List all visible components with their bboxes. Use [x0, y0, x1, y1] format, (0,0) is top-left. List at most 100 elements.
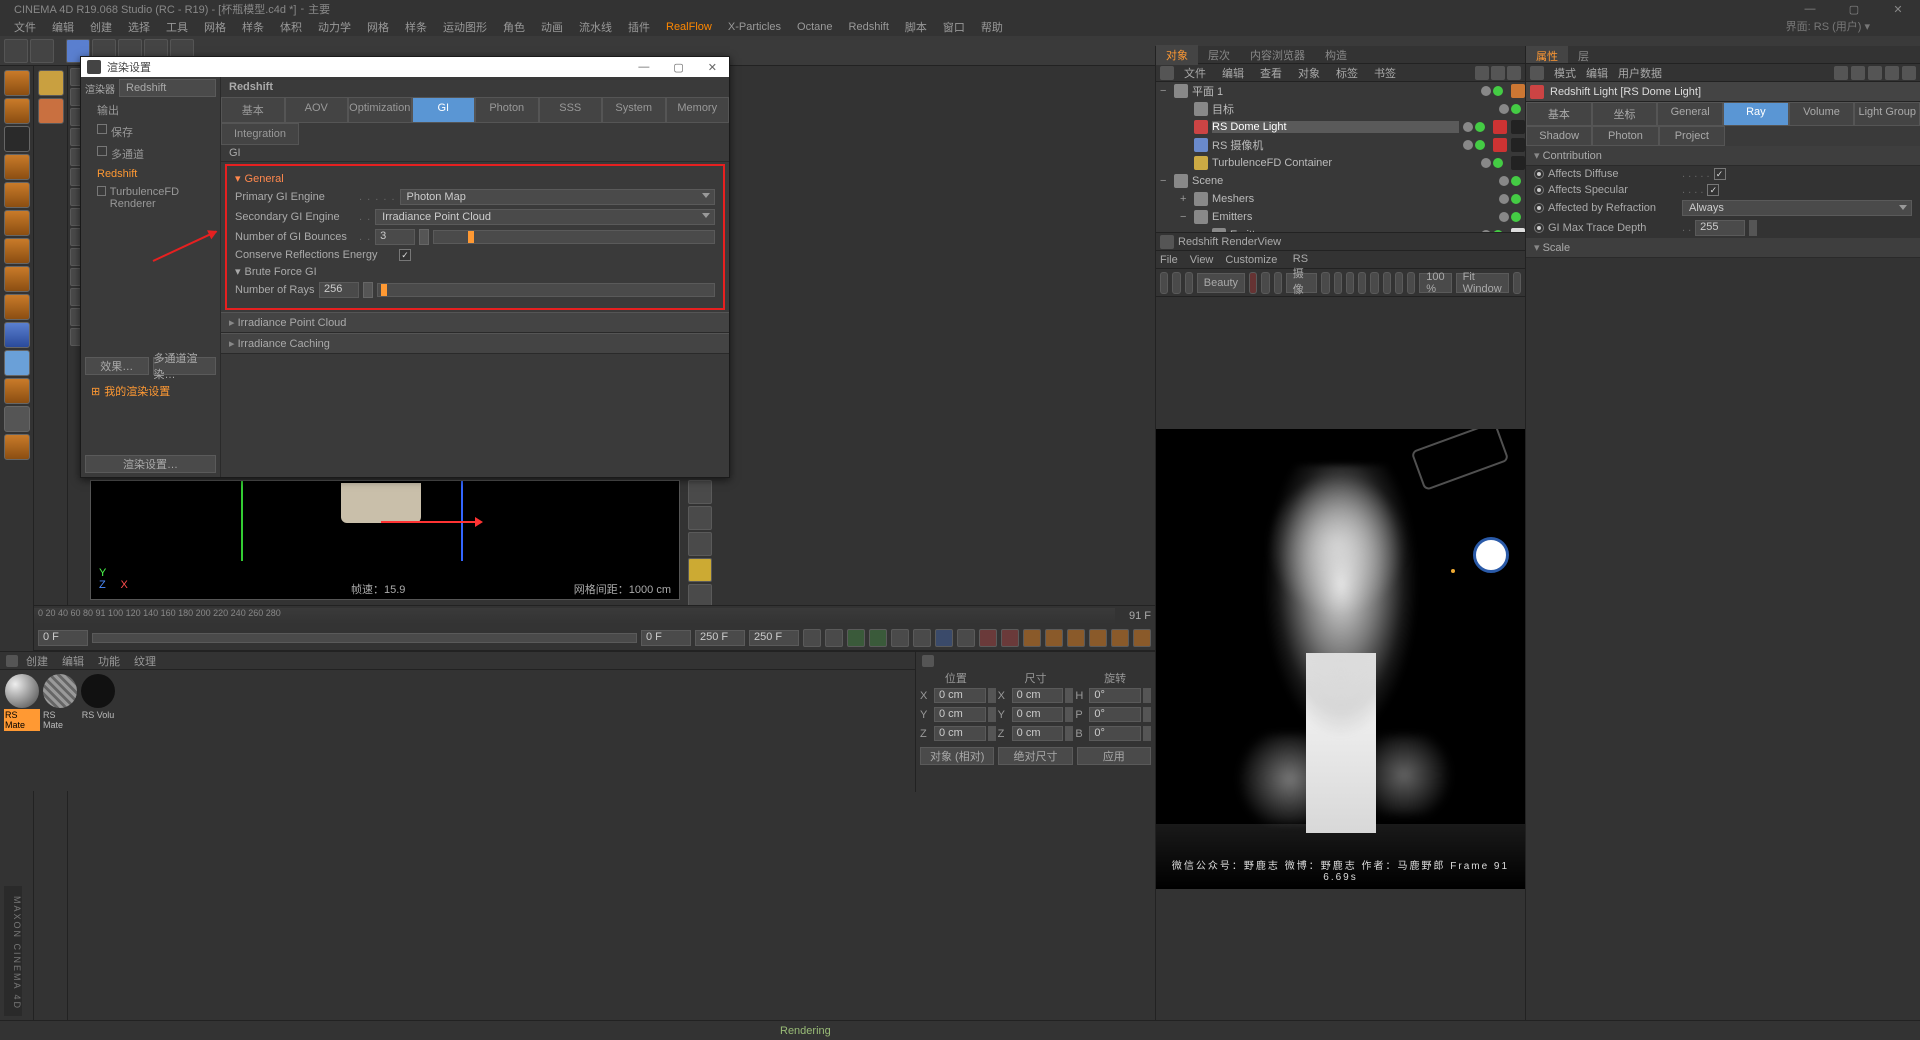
gi-max-trace-value[interactable]: 255 — [1695, 220, 1745, 236]
material-item[interactable]: RS Volu — [80, 674, 116, 731]
rot-p[interactable]: 0° — [1089, 707, 1141, 722]
tool-icon[interactable] — [4, 406, 30, 432]
menu-item[interactable]: 用户数据 — [1618, 65, 1662, 81]
toolbar-icon[interactable] — [1370, 272, 1378, 294]
secondary-gi-combo[interactable]: Irradiance Point Cloud — [375, 209, 715, 225]
menu-item[interactable]: Customize — [1225, 254, 1277, 266]
object-name[interactable]: RS Dome Light — [1212, 121, 1459, 133]
menu-item[interactable]: 动力学 — [312, 17, 357, 37]
zoom-field[interactable]: 100 % — [1419, 273, 1451, 293]
spinner-icon[interactable] — [1749, 220, 1757, 236]
tool-icon[interactable] — [4, 182, 30, 208]
menu-icon[interactable] — [922, 655, 934, 667]
visibility-dots[interactable] — [1481, 86, 1503, 96]
checkbox-icon[interactable] — [97, 146, 107, 156]
undo-icon[interactable] — [4, 39, 28, 63]
refresh-icon[interactable] — [1185, 272, 1193, 294]
new-icon[interactable] — [1902, 66, 1916, 80]
minimize-icon[interactable]: — — [638, 61, 649, 74]
render-settings-button[interactable]: 渲染设置… — [85, 455, 216, 473]
tab-shadow[interactable]: Shadow — [1526, 126, 1592, 146]
tab-general[interactable]: General — [1657, 102, 1723, 126]
object-name[interactable]: TurbulenceFD Container — [1212, 157, 1477, 169]
tool-icon[interactable] — [4, 266, 30, 292]
menu-item[interactable]: 选择 — [122, 17, 156, 37]
menu-item[interactable]: 编辑 — [46, 17, 80, 37]
goto-end-icon[interactable] — [913, 629, 931, 647]
object-tag[interactable] — [1493, 138, 1507, 152]
loop-icon[interactable] — [935, 629, 953, 647]
camera-combo[interactable]: RS 摄像机 — [1286, 273, 1318, 293]
menu-item[interactable]: 查看 — [1254, 63, 1288, 83]
tool-icon[interactable] — [4, 434, 30, 460]
object-tree-item[interactable]: RS Dome Light — [1156, 118, 1525, 136]
tool-icon[interactable] — [4, 322, 30, 348]
radio-icon[interactable] — [1534, 185, 1544, 195]
object-tree[interactable]: −平面 1目标RS Dome LightRS 摄像机TurbulenceFD C… — [1156, 82, 1525, 232]
tool-icon[interactable] — [4, 294, 30, 320]
visibility-dots[interactable] — [1499, 212, 1521, 222]
timeline-track[interactable] — [92, 633, 637, 643]
menu-icon[interactable] — [1160, 66, 1174, 80]
toolbar-icon[interactable] — [688, 506, 712, 530]
tab-photon[interactable]: Photon — [1592, 126, 1658, 146]
tab-integration[interactable]: Integration — [221, 123, 299, 145]
menu-item[interactable]: 运动图形 — [437, 17, 493, 37]
menu-item[interactable]: 窗口 — [937, 17, 971, 37]
object-tree-item[interactable]: RS 摄像机 — [1156, 136, 1525, 154]
filter-icon[interactable] — [1491, 66, 1505, 80]
radio-icon[interactable] — [1534, 223, 1544, 233]
rot-h[interactable]: 0° — [1089, 688, 1141, 703]
pos-x[interactable]: 0 cm — [934, 688, 986, 703]
renderer-combo[interactable]: Redshift — [119, 79, 216, 97]
search-icon[interactable] — [1475, 66, 1489, 80]
object-tag[interactable] — [1493, 120, 1507, 134]
layout-selector[interactable]: 界面: RS (用户) ▾ — [1786, 18, 1870, 34]
menu-item[interactable]: 文件 — [1178, 63, 1212, 83]
menu-item[interactable]: 标签 — [1330, 63, 1364, 83]
tool-icon[interactable] — [4, 378, 30, 404]
toolbar-icon[interactable] — [1334, 272, 1342, 294]
size-z[interactable]: 0 cm — [1012, 726, 1064, 741]
tool-icon[interactable] — [4, 350, 30, 376]
object-tag[interactable] — [1511, 156, 1525, 170]
menu-item[interactable]: 编辑 — [56, 651, 90, 671]
menu-item[interactable]: 角色 — [497, 17, 531, 37]
tab-coord[interactable]: 坐标 — [1592, 102, 1658, 126]
tab-volume[interactable]: Volume — [1789, 102, 1855, 126]
menu-item[interactable]: 编辑 — [1216, 63, 1250, 83]
menu-item[interactable]: 创建 — [20, 651, 54, 671]
object-tree-item[interactable]: −Scene — [1156, 172, 1525, 190]
irradiance-caching-section[interactable]: Irradiance Caching — [221, 333, 729, 354]
menu-item[interactable]: 编辑 — [1586, 65, 1608, 81]
tab-basic[interactable]: 基本 — [1526, 102, 1592, 126]
object-tree-item[interactable]: TurbulenceFD Container — [1156, 154, 1525, 172]
pos-y[interactable]: 0 cm — [934, 707, 986, 722]
maximize-button[interactable]: ▢ — [1832, 0, 1876, 18]
menu-item[interactable]: 功能 — [92, 651, 126, 671]
menu-item[interactable]: Octane — [791, 19, 838, 35]
affects-diffuse-checkbox[interactable]: ✓ — [1714, 168, 1726, 180]
tab-layers[interactable]: 层 — [1568, 46, 1599, 63]
key-icon[interactable] — [1133, 629, 1151, 647]
step-back-icon[interactable] — [825, 629, 843, 647]
ruler-ticks[interactable]: 0 20 40 60 80 91 100 120 140 160 180 200… — [34, 608, 1115, 624]
redo-icon[interactable] — [30, 39, 54, 63]
menu-item[interactable]: 样条 — [399, 17, 433, 37]
irradiance-point-cloud-section[interactable]: Irradiance Point Cloud — [221, 312, 729, 333]
tab-content[interactable]: 内容浏览器 — [1240, 45, 1315, 65]
menu-item[interactable]: Redshift — [843, 19, 895, 35]
object-name[interactable]: 平面 1 — [1192, 83, 1477, 99]
tab-aov[interactable]: AOV — [285, 97, 349, 123]
move-icon[interactable] — [38, 70, 64, 96]
menu-item[interactable]: 流水线 — [573, 17, 618, 37]
spinner-icon[interactable] — [419, 229, 429, 245]
key-icon[interactable] — [1023, 629, 1041, 647]
tab-attributes[interactable]: 属性 — [1526, 46, 1568, 63]
tab-lightgroup[interactable]: Light Group — [1854, 102, 1920, 126]
eye-icon[interactable] — [1507, 66, 1521, 80]
menu-icon[interactable] — [6, 655, 18, 667]
object-name[interactable]: Emitters — [1212, 211, 1495, 223]
lock-icon[interactable] — [1885, 66, 1899, 80]
goto-start-icon[interactable] — [803, 629, 821, 647]
